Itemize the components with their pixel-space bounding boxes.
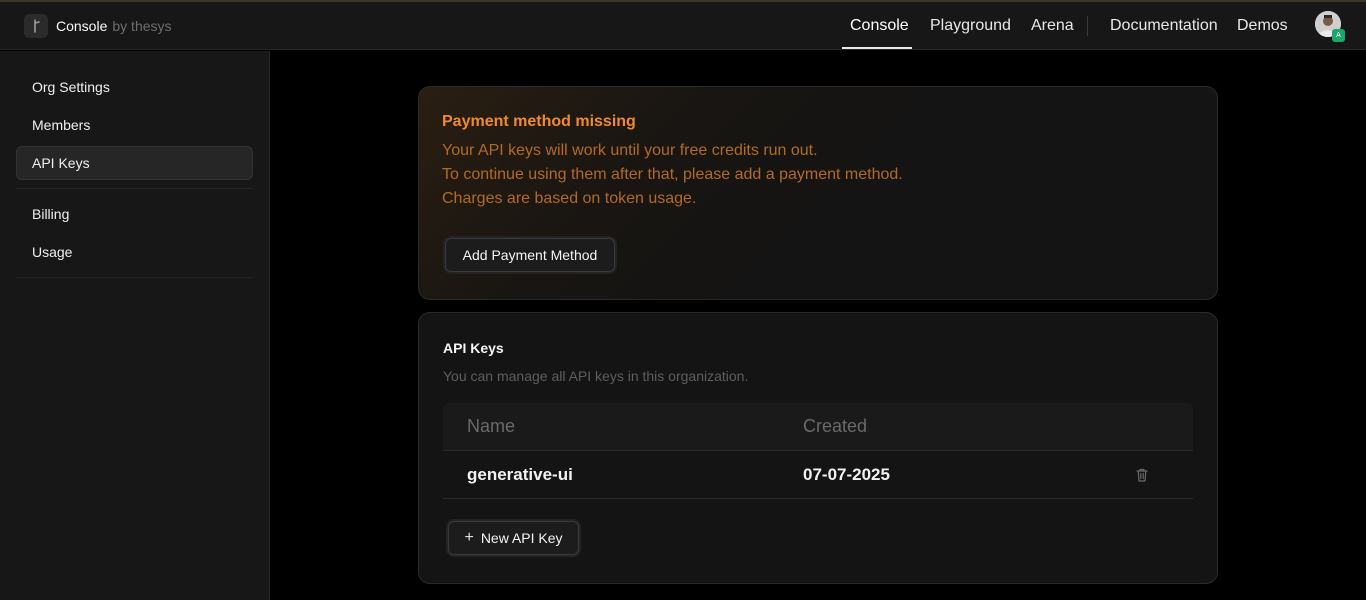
sidebar-item-billing[interactable]: Billing: [16, 197, 253, 231]
nav-documentation[interactable]: Documentation: [1110, 2, 1218, 50]
nav-playground[interactable]: Playground: [930, 2, 1011, 50]
active-nav-underline: [842, 47, 912, 49]
brand-name: Console: [56, 18, 108, 34]
alert-title: Payment method missing: [442, 113, 636, 130]
payment-missing-alert: Payment method missing Your API keys wil…: [418, 86, 1218, 300]
table-header: Name Created: [443, 403, 1193, 450]
alert-line: Your API keys will work until your free …: [442, 142, 818, 159]
sidebar-item-org-settings[interactable]: Org Settings: [16, 70, 253, 104]
api-keys-table: Name Created generative-ui 07-07-2025: [443, 403, 1193, 499]
brand-byline: by thesys: [112, 18, 172, 34]
api-key-created-date: 07-07-2025: [803, 465, 890, 484]
brand[interactable]: Console by thesys: [24, 14, 172, 38]
column-header-name: Name: [467, 416, 516, 436]
thesys-logo-icon: [24, 14, 48, 38]
trash-icon[interactable]: [1134, 467, 1150, 483]
new-api-key-button[interactable]: + New API Key: [448, 521, 579, 555]
nav-demos[interactable]: Demos: [1237, 2, 1288, 50]
table-row: generative-ui 07-07-2025: [443, 450, 1193, 499]
new-api-key-label: New API Key: [480, 530, 563, 546]
section-title: API Keys: [443, 340, 504, 356]
alert-line: Charges are based on token usage.: [442, 190, 697, 207]
sidebar-divider: [16, 277, 253, 278]
section-subtitle: You can manage all API keys in this orga…: [443, 368, 749, 384]
nav-separator: [1087, 16, 1088, 36]
avatar-status-badge: A: [1332, 29, 1345, 42]
alert-line: To continue using them after that, pleas…: [442, 166, 903, 183]
sidebar-item-api-keys[interactable]: API Keys: [16, 146, 253, 180]
sidebar-divider: [16, 188, 253, 189]
sidebar-item-usage[interactable]: Usage: [16, 235, 253, 269]
nav-console[interactable]: Console: [850, 2, 909, 50]
sidebar-item-members[interactable]: Members: [16, 108, 253, 142]
api-key-name: generative-ui: [467, 465, 573, 484]
plus-icon: +: [464, 529, 474, 546]
api-keys-card: API Keys You can manage all API keys in …: [418, 312, 1218, 584]
nav-arena[interactable]: Arena: [1031, 2, 1074, 50]
add-payment-method-button[interactable]: Add Payment Method: [445, 238, 615, 272]
top-navigation-bar: Console by thesys Console Playground Are…: [0, 2, 1366, 50]
settings-sidebar: Org Settings Members API Keys Billing Us…: [0, 51, 270, 600]
column-header-created: Created: [803, 416, 868, 436]
